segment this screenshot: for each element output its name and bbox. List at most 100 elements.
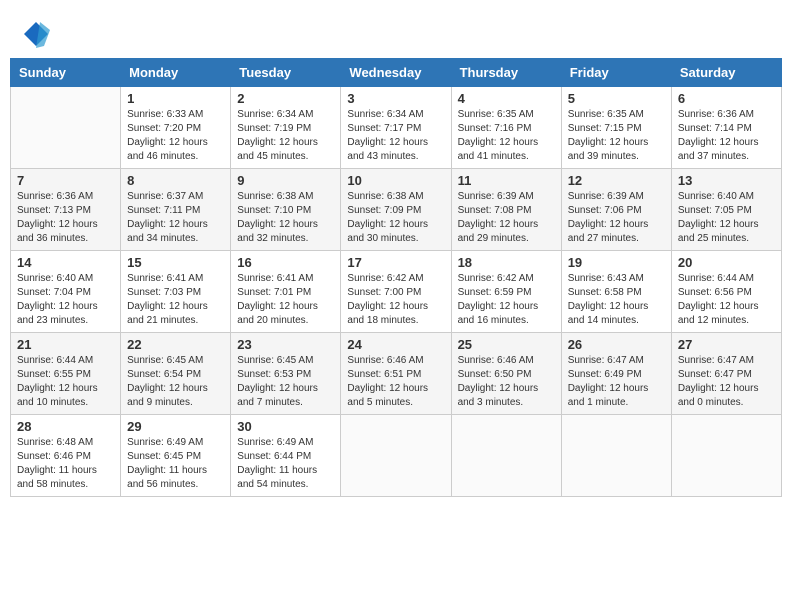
day-info: Sunrise: 6:34 AM Sunset: 7:19 PM Dayligh… xyxy=(237,108,334,164)
day-number: 15 xyxy=(127,255,224,270)
day-info: Sunrise: 6:33 AM Sunset: 7:20 PM Dayligh… xyxy=(127,108,224,164)
calendar-cell: 6Sunrise: 6:36 AM Sunset: 7:14 PM Daylig… xyxy=(671,87,781,169)
day-number: 1 xyxy=(127,91,224,106)
day-info: Sunrise: 6:36 AM Sunset: 7:13 PM Dayligh… xyxy=(17,190,114,246)
calendar-cell xyxy=(451,415,561,497)
calendar-cell: 25Sunrise: 6:46 AM Sunset: 6:50 PM Dayli… xyxy=(451,333,561,415)
calendar-cell: 8 Sunrise: 6:37 AM Sunset: 7:11 PM Daylig… xyxy=(121,169,231,251)
calendar-cell: 2 Sunrise: 6:34 AM Sunset: 7:19 PM Daylig… xyxy=(231,87,341,169)
day-number: 10 xyxy=(347,173,444,188)
day-info: Sunrise: 6:44 AM Sunset: 6:56 PM Dayligh… xyxy=(678,272,775,328)
day-number: 4 xyxy=(458,91,555,106)
calendar-cell: 28Sunrise: 6:48 AM Sunset: 6:46 PM Dayli… xyxy=(11,415,121,497)
calendar-cell: 18Sunrise: 6:42 AM Sunset: 6:59 PM Dayli… xyxy=(451,251,561,333)
calendar-header-monday: Monday xyxy=(121,59,231,87)
calendar-week-row: 1 Sunrise: 6:33 AM Sunset: 7:20 PM Daylig… xyxy=(11,87,782,169)
calendar-cell: 20 Sunrise: 6:44 AM Sunset: 6:56 PM Dayli… xyxy=(671,251,781,333)
calendar-cell: 19 Sunrise: 6:43 AM Sunset: 6:58 PM Dayli… xyxy=(561,251,671,333)
calendar-week-row: 28Sunrise: 6:48 AM Sunset: 6:46 PM Dayli… xyxy=(11,415,782,497)
day-info: Sunrise: 6:49 AM Sunset: 6:44 PM Dayligh… xyxy=(237,436,334,492)
day-number: 7 xyxy=(17,173,114,188)
day-info: Sunrise: 6:37 AM Sunset: 7:11 PM Dayligh… xyxy=(127,190,224,246)
calendar-cell: 12 Sunrise: 6:39 AM Sunset: 7:06 PM Dayli… xyxy=(561,169,671,251)
day-number: 12 xyxy=(568,173,665,188)
day-info: Sunrise: 6:40 AM Sunset: 7:05 PM Dayligh… xyxy=(678,190,775,246)
day-info: Sunrise: 6:45 AM Sunset: 6:53 PM Dayligh… xyxy=(237,354,334,410)
day-number: 17 xyxy=(347,255,444,270)
logo xyxy=(20,20,50,48)
calendar-cell: 26 Sunrise: 6:47 AM Sunset: 6:49 PM Dayli… xyxy=(561,333,671,415)
day-info: Sunrise: 6:47 AM Sunset: 6:49 PM Dayligh… xyxy=(568,354,665,410)
day-info: Sunrise: 6:35 AM Sunset: 7:16 PM Dayligh… xyxy=(458,108,555,164)
day-number: 3 xyxy=(347,91,444,106)
day-number: 13 xyxy=(678,173,775,188)
calendar-header-tuesday: Tuesday xyxy=(231,59,341,87)
day-number: 29 xyxy=(127,419,224,434)
calendar-cell: 1 Sunrise: 6:33 AM Sunset: 7:20 PM Daylig… xyxy=(121,87,231,169)
day-number: 19 xyxy=(568,255,665,270)
calendar-cell: 29 Sunrise: 6:49 AM Sunset: 6:45 PM Dayli… xyxy=(121,415,231,497)
calendar-header-row: SundayMondayTuesdayWednesdayThursdayFrid… xyxy=(11,59,782,87)
calendar-cell: 11 Sunrise: 6:39 AM Sunset: 7:08 PM Dayli… xyxy=(451,169,561,251)
day-info: Sunrise: 6:46 AM Sunset: 6:50 PM Dayligh… xyxy=(458,354,555,410)
calendar-week-row: 14 Sunrise: 6:40 AM Sunset: 7:04 PM Dayli… xyxy=(11,251,782,333)
day-info: Sunrise: 6:39 AM Sunset: 7:08 PM Dayligh… xyxy=(458,190,555,246)
calendar-cell xyxy=(341,415,451,497)
day-info: Sunrise: 6:34 AM Sunset: 7:17 PM Dayligh… xyxy=(347,108,444,164)
day-info: Sunrise: 6:47 AM Sunset: 6:47 PM Dayligh… xyxy=(678,354,775,410)
calendar-header-sunday: Sunday xyxy=(11,59,121,87)
logo-icon xyxy=(22,20,50,48)
day-info: Sunrise: 6:40 AM Sunset: 7:04 PM Dayligh… xyxy=(17,272,114,328)
day-info: Sunrise: 6:43 AM Sunset: 6:58 PM Dayligh… xyxy=(568,272,665,328)
calendar-cell: 13 Sunrise: 6:40 AM Sunset: 7:05 PM Dayli… xyxy=(671,169,781,251)
day-info: Sunrise: 6:49 AM Sunset: 6:45 PM Dayligh… xyxy=(127,436,224,492)
day-info: Sunrise: 6:46 AM Sunset: 6:51 PM Dayligh… xyxy=(347,354,444,410)
day-number: 24 xyxy=(347,337,444,352)
calendar-cell xyxy=(11,87,121,169)
day-number: 30 xyxy=(237,419,334,434)
day-info: Sunrise: 6:42 AM Sunset: 6:59 PM Dayligh… xyxy=(458,272,555,328)
day-info: Sunrise: 6:42 AM Sunset: 7:00 PM Dayligh… xyxy=(347,272,444,328)
day-number: 23 xyxy=(237,337,334,352)
calendar-cell: 27 Sunrise: 6:47 AM Sunset: 6:47 PM Dayli… xyxy=(671,333,781,415)
day-number: 22 xyxy=(127,337,224,352)
calendar-cell: 16 Sunrise: 6:41 AM Sunset: 7:01 PM Dayli… xyxy=(231,251,341,333)
day-number: 20 xyxy=(678,255,775,270)
day-info: Sunrise: 6:39 AM Sunset: 7:06 PM Dayligh… xyxy=(568,190,665,246)
day-info: Sunrise: 6:45 AM Sunset: 6:54 PM Dayligh… xyxy=(127,354,224,410)
day-number: 8 xyxy=(127,173,224,188)
day-number: 26 xyxy=(568,337,665,352)
page-header xyxy=(10,10,782,53)
calendar-cell: 17 Sunrise: 6:42 AM Sunset: 7:00 PM Dayli… xyxy=(341,251,451,333)
calendar-cell: 22 Sunrise: 6:45 AM Sunset: 6:54 PM Dayli… xyxy=(121,333,231,415)
calendar-cell: 4 Sunrise: 6:35 AM Sunset: 7:16 PM Daylig… xyxy=(451,87,561,169)
day-number: 28 xyxy=(17,419,114,434)
calendar-week-row: 21 Sunrise: 6:44 AM Sunset: 6:55 PM Dayli… xyxy=(11,333,782,415)
day-info: Sunrise: 6:41 AM Sunset: 7:03 PM Dayligh… xyxy=(127,272,224,328)
calendar-week-row: 7 Sunrise: 6:36 AM Sunset: 7:13 PM Daylig… xyxy=(11,169,782,251)
day-number: 16 xyxy=(237,255,334,270)
calendar-cell: 24 Sunrise: 6:46 AM Sunset: 6:51 PM Dayli… xyxy=(341,333,451,415)
day-number: 14 xyxy=(17,255,114,270)
calendar-header-thursday: Thursday xyxy=(451,59,561,87)
calendar-cell: 5Sunrise: 6:35 AM Sunset: 7:15 PM Daylig… xyxy=(561,87,671,169)
day-info: Sunrise: 6:41 AM Sunset: 7:01 PM Dayligh… xyxy=(237,272,334,328)
calendar-cell: 3 Sunrise: 6:34 AM Sunset: 7:17 PM Daylig… xyxy=(341,87,451,169)
calendar-cell: 9 Sunrise: 6:38 AM Sunset: 7:10 PM Daylig… xyxy=(231,169,341,251)
day-info: Sunrise: 6:38 AM Sunset: 7:10 PM Dayligh… xyxy=(237,190,334,246)
calendar-cell xyxy=(671,415,781,497)
day-number: 9 xyxy=(237,173,334,188)
calendar-header-wednesday: Wednesday xyxy=(341,59,451,87)
day-number: 6 xyxy=(678,91,775,106)
calendar-table: SundayMondayTuesdayWednesdayThursdayFrid… xyxy=(10,58,782,497)
day-info: Sunrise: 6:38 AM Sunset: 7:09 PM Dayligh… xyxy=(347,190,444,246)
day-number: 11 xyxy=(458,173,555,188)
day-number: 2 xyxy=(237,91,334,106)
calendar-cell: 14 Sunrise: 6:40 AM Sunset: 7:04 PM Dayli… xyxy=(11,251,121,333)
calendar-cell: 30 Sunrise: 6:49 AM Sunset: 6:44 PM Dayli… xyxy=(231,415,341,497)
day-info: Sunrise: 6:44 AM Sunset: 6:55 PM Dayligh… xyxy=(17,354,114,410)
calendar-cell: 21 Sunrise: 6:44 AM Sunset: 6:55 PM Dayli… xyxy=(11,333,121,415)
calendar-cell: 15 Sunrise: 6:41 AM Sunset: 7:03 PM Dayli… xyxy=(121,251,231,333)
day-number: 21 xyxy=(17,337,114,352)
day-number: 27 xyxy=(678,337,775,352)
